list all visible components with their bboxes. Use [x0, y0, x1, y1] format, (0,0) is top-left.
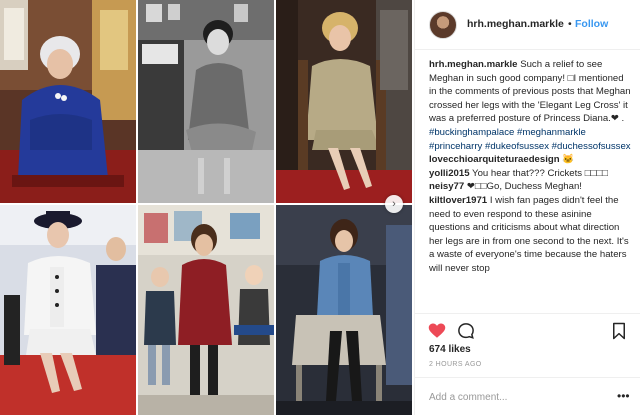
- caption-username[interactable]: hrh.meghan.markle: [429, 59, 518, 70]
- comment-username[interactable]: lovecchioarquiteturaedesign: [429, 154, 560, 165]
- post-header: hrh.meghan.markle • Follow: [415, 0, 640, 50]
- comment-text: You hear that??? Crickets □□□□: [472, 167, 608, 179]
- post-author-username[interactable]: hrh.meghan.markle: [467, 18, 564, 30]
- post-timestamp: 2 HOURS AGO: [429, 361, 482, 368]
- photo-kate-blue-coat: [276, 205, 412, 415]
- bookmark-icon[interactable]: [610, 322, 628, 340]
- add-comment-input[interactable]: [429, 388, 609, 406]
- speech-bubble-icon[interactable]: [457, 322, 475, 340]
- hashtag-list: #buckinghampalace #meghanmarkle #princeh…: [429, 126, 631, 153]
- hashtag-link[interactable]: #duchessofsussex: [552, 141, 631, 152]
- comment-item: kiltlover1971 I wish fan pages didn't fe…: [429, 194, 631, 276]
- heart-icon[interactable]: [428, 322, 446, 340]
- comment-username[interactable]: yolli2015: [429, 168, 470, 179]
- photo-diana-khaki-dress: [276, 0, 412, 203]
- comments-section[interactable]: hrh.meghan.markle Such a relief to see M…: [429, 58, 631, 312]
- avatar[interactable]: [429, 11, 457, 39]
- hashtag-link[interactable]: #dukeofsussex: [485, 141, 549, 152]
- photo-diana-white-suit: [0, 205, 136, 415]
- post-side-panel: hrh.meghan.markle • Follow hrh.meghan.ma…: [414, 0, 640, 415]
- chevron-right-icon: ›: [392, 198, 396, 210]
- comment-username[interactable]: kiltlover1971: [429, 195, 487, 206]
- photo-bw-seated-woman: [138, 0, 274, 203]
- add-comment-bar: •••: [415, 377, 640, 415]
- separator-dot: •: [568, 18, 572, 30]
- comment-item: neisy77 ❤□□Go, Duchess Meghan!: [429, 180, 631, 194]
- photo-queen-blue-dress: [0, 0, 136, 203]
- hashtag-link[interactable]: #princeharry: [429, 141, 482, 152]
- more-options-icon[interactable]: •••: [617, 389, 630, 403]
- comment-item: lovecchioarquiteturaedesign 🐱: [429, 153, 631, 167]
- follow-button[interactable]: Follow: [575, 18, 608, 30]
- photo-kate-red-dress: [138, 205, 274, 415]
- comment-item: yolli2015 You hear that??? Crickets □□□□: [429, 167, 631, 181]
- post-actions: 674 likes 2 HOURS AGO •••: [415, 313, 640, 415]
- comment-text: 🐱: [562, 154, 575, 166]
- carousel-next-button[interactable]: ›: [385, 195, 403, 213]
- comment-text: ❤□□Go, Duchess Meghan!: [466, 181, 582, 193]
- post-caption: hrh.meghan.markle Such a relief to see M…: [429, 58, 631, 126]
- post-image-collage[interactable]: ›: [0, 0, 412, 415]
- instagram-post: › hrh.meghan.markle • Follow hrh.meghan.…: [0, 0, 640, 415]
- hashtag-link[interactable]: #meghanmarkle: [517, 127, 586, 138]
- comment-text: I wish fan pages didn't feel the need to…: [429, 194, 629, 274]
- like-count[interactable]: 674 likes: [429, 344, 471, 355]
- hashtag-link[interactable]: #buckinghampalace: [429, 127, 514, 138]
- comment-username[interactable]: neisy77: [429, 181, 464, 192]
